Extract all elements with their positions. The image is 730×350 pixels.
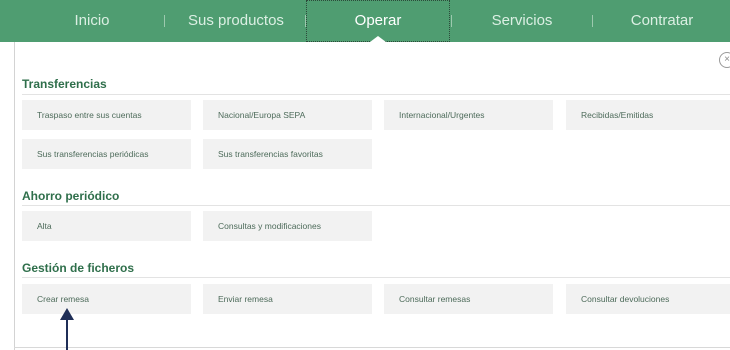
tile-alta[interactable]: Alta (22, 211, 191, 241)
nav-item-servicios[interactable]: Servicios (452, 0, 592, 42)
tile-recibidas-emitidas[interactable]: Recibidas/Emitidas (566, 100, 730, 130)
tile-consultar-remesas[interactable]: Consultar remesas (384, 284, 553, 314)
section-title-transferencias: Transferencias (22, 77, 107, 91)
section-title-gestion-ficheros: Gestión de ficheros (22, 261, 135, 275)
nav-item-operar[interactable]: Operar (306, 0, 450, 42)
close-icon[interactable]: × (719, 52, 730, 68)
tile-traspaso-entre-cuentas[interactable]: Traspaso entre sus cuentas (22, 100, 191, 130)
tile-crear-remesa[interactable]: Crear remesa (22, 284, 191, 314)
nav-item-contratar[interactable]: Contratar (594, 0, 730, 42)
tile-internacional-urgentes[interactable]: Internacional/Urgentes (384, 100, 553, 130)
nav-item-inicio[interactable]: Inicio (22, 0, 162, 42)
main-navbar: Inicio Sus productos Operar Servicios Co… (0, 0, 730, 42)
section-divider (22, 277, 730, 278)
nav-item-sus-productos[interactable]: Sus productos (166, 0, 306, 42)
section-divider (22, 205, 730, 206)
tile-nacional-europa-sepa[interactable]: Nacional/Europa SEPA (203, 100, 372, 130)
section-title-ahorro-periodico: Ahorro periódico (22, 189, 120, 203)
tile-transferencias-favoritas[interactable]: Sus transferencias favoritas (203, 139, 372, 169)
panel-bottom-border (14, 347, 730, 348)
nav-separator (164, 15, 165, 27)
tile-consultas-modificaciones[interactable]: Consultas y modificaciones (203, 211, 372, 241)
annotation-arrow-shaft (66, 319, 68, 350)
nav-item-operar-label: Operar (354, 12, 402, 29)
tile-enviar-remesa[interactable]: Enviar remesa (203, 284, 372, 314)
section-divider (22, 94, 730, 95)
nav-separator (592, 15, 593, 27)
tile-consultar-devoluciones[interactable]: Consultar devoluciones (566, 284, 730, 314)
tile-transferencias-periodicas[interactable]: Sus transferencias periódicas (22, 139, 191, 169)
